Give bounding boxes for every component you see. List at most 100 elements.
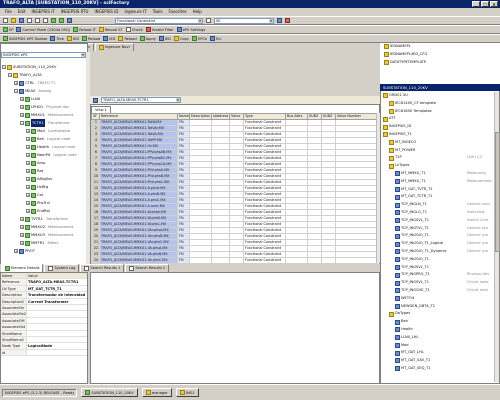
paste-icon[interactable] <box>43 18 48 23</box>
tree-item[interactable]: MT_GAT_TVTR_T1 <box>381 186 493 194</box>
tree-item[interactable]: − MEAS Analog <box>1 87 87 95</box>
property-value[interactable]: TRAFO_ALTA.MEAS.TCTR1 <box>27 279 87 284</box>
tree-item[interactable]: + Rat <box>1 167 87 175</box>
tab-system-log[interactable]: System Log <box>44 264 80 272</box>
type-cell[interactable]: Functional Constraint <box>243 227 286 234</box>
expand-icon[interactable]: + <box>20 241 24 245</box>
property-value[interactable]: Transformador de Intensidad <box>27 292 87 297</box>
tree-item[interactable]: + PhsTrvl <box>1 199 87 207</box>
toolbar-button[interactable]: EP <box>3 27 13 32</box>
menu-item[interactable]: INGEPSIS RTU <box>58 8 92 16</box>
menu-item[interactable]: Favorites <box>166 8 190 16</box>
column-header[interactable]: Description <box>189 113 212 120</box>
tree-item[interactable]: + LLN0 <box>1 95 87 103</box>
type-cell[interactable]: Functional Constraint <box>243 149 286 156</box>
tree-item[interactable]: TCP_INGGIO_T1 Generic pro <box>381 232 493 240</box>
close-button[interactable]: × <box>490 1 498 7</box>
reference-cell[interactable]: TRAFO_ALTA/MEAS.MMXU1.VA.phsB.MX <box>99 251 178 258</box>
menu-item[interactable]: Help <box>190 8 205 16</box>
type-cell[interactable]: Functional Constraint <box>243 233 286 240</box>
reference-cell[interactable]: TRAFO_ALTA/MEAS.MMXU1.W.phsA.MX <box>99 209 178 216</box>
taskbar-button[interactable]: SUBSTATION_110_20KV <box>81 388 138 397</box>
tree-item[interactable]: Health <box>381 326 493 334</box>
property-value[interactable]: MT_GAT_TCTR_T1 <box>27 286 87 291</box>
menu-item[interactable]: Edit <box>15 8 29 16</box>
property-value[interactable] <box>27 311 87 316</box>
type-cell[interactable]: Functional Constraint <box>243 185 286 192</box>
collapse-icon[interactable]: − <box>14 89 18 93</box>
expand-icon[interactable]: + <box>20 225 24 229</box>
type-cell[interactable]: Functional Constraint <box>243 137 286 144</box>
toolbar-button[interactable]: IED <box>66 36 79 41</box>
tree-item[interactable]: TCP_INGGIO_T1_Dynamic Generic pro <box>381 248 493 256</box>
subz-cell[interactable] <box>321 257 336 264</box>
scrollbar-thumb[interactable] <box>495 132 500 252</box>
type-cell[interactable]: Functional Constraint <box>243 209 286 216</box>
tree-item[interactable]: IEDNAMEPL/IED_CFG <box>380 51 500 59</box>
tree-item[interactable]: + LPHD1 Physical dev <box>1 103 87 111</box>
property-value[interactable] <box>27 337 87 342</box>
tab-search-results-1[interactable]: Search Results 1 <box>80 264 125 272</box>
tree-item[interactable]: + Cor <box>1 191 87 199</box>
tree-item[interactable]: + MMXU2 Measurement <box>1 223 87 231</box>
expand-icon[interactable]: + <box>26 209 30 213</box>
type-cell[interactable]: Functional Constraint <box>243 173 286 180</box>
tree-item[interactable]: TCP_INGSVL_T1 <box>381 264 493 272</box>
grid-path-select[interactable]: TRAFO_ALTA.MEAS.TCTR1 <box>101 97 181 103</box>
tree-item[interactable]: + Mod Controllable <box>1 127 87 135</box>
reference-cell[interactable]: TRAFO_ALTA/MEAS.MMXU1.PhV.phsA.MX <box>99 167 178 174</box>
toolbar-button[interactable]: IED <box>158 36 171 41</box>
type-cell[interactable]: Functional Constraint <box>243 125 286 132</box>
tree-item[interactable]: MT_MMXU_T1 Measurement <box>381 178 493 186</box>
tree-item[interactable]: TCP_INGSVL_T1 Circuit switc <box>381 279 493 287</box>
tree-item[interactable]: INGEPSIS_ID <box>381 123 493 131</box>
toolbar-button[interactable]: IED <box>103 36 115 41</box>
reference-cell[interactable]: TRAFO_ALTA/MEAS.MMXU1.VAr.phsA.MX <box>99 227 178 234</box>
type-cell[interactable]: Functional Constraint <box>243 245 286 252</box>
toolbar-button[interactable]: Reload IT <box>73 27 96 32</box>
reference-cell[interactable]: TRAFO_ALTA/MEAS.MMXU1.PhV.phsC.MX <box>99 179 178 186</box>
tree-item[interactable]: TCP_INGGIO_T1 <box>381 256 493 264</box>
menu-item[interactable]: Ingesure IT <box>121 8 149 16</box>
tree-item[interactable]: T2P LN01.CC <box>381 154 493 162</box>
tree-item[interactable]: DATATYPETEMPLATE <box>380 59 500 67</box>
expand-icon[interactable]: + <box>20 97 24 101</box>
tree-item[interactable]: + Health Logical node <box>1 143 87 151</box>
toolbar-button[interactable]: ePS Settings <box>176 27 205 32</box>
toolbar-button[interactable]: Copy <box>173 36 189 41</box>
menu-item[interactable]: INGEPSIS IT <box>28 8 57 16</box>
column-header[interactable]: Name <box>177 113 190 120</box>
tab-ingesure-navi[interactable]: Ingesure Navi <box>94 43 134 51</box>
copy-icon[interactable] <box>35 18 40 23</box>
open-folder-icon[interactable] <box>11 18 16 23</box>
reference-cell[interactable]: TRAFO_ALTA/MEAS.MMXU1.PPV.phsCA.MX <box>99 161 178 168</box>
tree-item[interactable]: MT_GAT_LHL <box>381 349 493 357</box>
expand-icon[interactable]: + <box>20 233 24 237</box>
toolbar-button[interactable]: Control Panel (2304d 05Q) <box>16 27 70 32</box>
tree-item[interactable]: IEDNAMEPL <box>380 43 500 51</box>
tree-item[interactable]: − TCTR1 Transformer <box>1 119 87 127</box>
expand-icon[interactable]: + <box>26 129 30 133</box>
property-value[interactable] <box>27 318 87 323</box>
property-row[interactable]: id <box>1 349 87 357</box>
menu-item[interactable]: INGEPSIS ID <box>91 8 121 16</box>
property-value[interactable]: Current Transformer <box>27 299 87 304</box>
expand-icon[interactable]: + <box>26 145 30 149</box>
expand-icon[interactable]: + <box>26 153 30 157</box>
tree-item[interactable]: ORD01.3U <box>381 92 493 100</box>
property-value[interactable] <box>27 331 87 336</box>
tree-item[interactable]: IEC61850 Templates <box>381 108 493 116</box>
tree-item[interactable]: NEWGEN_GBTA_T2 <box>381 303 493 311</box>
stop-icon[interactable] <box>285 18 290 23</box>
tree-item[interactable]: MT_POWER <box>381 147 493 155</box>
tree-item[interactable]: − TRAFO_ALTA <box>1 71 87 79</box>
model-browser-select[interactable]: INGEPSIS ePS <box>1 52 86 58</box>
type-cell[interactable]: Functional Constraint <box>243 251 286 258</box>
tree-item[interactable]: + MMTR1 Meter <box>1 239 87 247</box>
apply-filter-icon[interactable] <box>277 18 282 23</box>
type-cell[interactable]: Functional Constraint <box>243 215 286 222</box>
toolbar-button[interactable]: Reload <box>118 36 137 41</box>
type-cell[interactable]: Functional Constraint <box>243 197 286 204</box>
tree-item[interactable]: TCP_INGPRO_T1 Physical dev <box>381 271 493 279</box>
tab-element-details[interactable]: Element Details <box>1 264 44 272</box>
